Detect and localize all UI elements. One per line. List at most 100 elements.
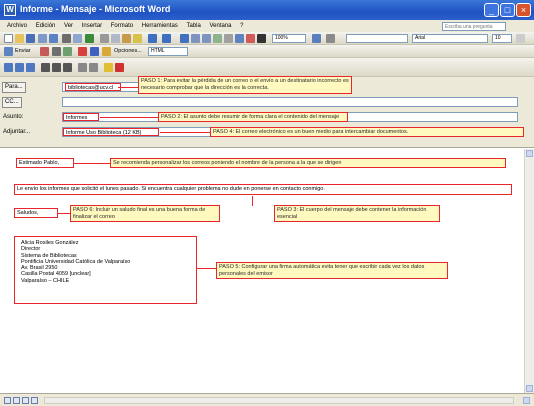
font-color-icon[interactable] bbox=[115, 63, 124, 72]
scroll-right-arrow-icon[interactable] bbox=[523, 397, 530, 404]
web-layout-icon[interactable] bbox=[13, 397, 20, 404]
document-map-icon[interactable] bbox=[246, 34, 255, 43]
vertical-scrollbar[interactable] bbox=[524, 149, 534, 393]
paste-icon[interactable] bbox=[122, 34, 131, 43]
align-center-icon[interactable] bbox=[15, 63, 24, 72]
print-preview-icon[interactable] bbox=[73, 34, 82, 43]
align-right-icon[interactable] bbox=[26, 63, 35, 72]
permission-icon[interactable] bbox=[38, 34, 47, 43]
help-search-input[interactable]: Escriba una pregunta bbox=[442, 22, 506, 31]
drawing-icon[interactable] bbox=[235, 34, 244, 43]
font-size-select[interactable]: 10 bbox=[492, 34, 512, 43]
send-button[interactable]: Enviar bbox=[15, 47, 31, 56]
paso1-note: PASO 1: Para evitar la pérdida de un cor… bbox=[138, 76, 352, 94]
cc-field[interactable] bbox=[62, 97, 518, 107]
menu-herramientas[interactable]: Herramientas bbox=[142, 20, 178, 32]
copy-icon[interactable] bbox=[111, 34, 120, 43]
paso5-connector bbox=[197, 268, 216, 269]
menu-archivo[interactable]: Archivo bbox=[7, 20, 27, 32]
new-document-icon[interactable] bbox=[4, 34, 13, 43]
cut-icon[interactable] bbox=[100, 34, 109, 43]
underline-icon[interactable] bbox=[63, 63, 72, 72]
close-button[interactable]: × bbox=[516, 3, 531, 17]
paso4-connector bbox=[160, 132, 210, 133]
subject-label: Asunto: bbox=[3, 114, 24, 120]
minimize-button[interactable]: _ bbox=[484, 3, 499, 17]
message-text: Le envío los informes que solicitó el lu… bbox=[14, 184, 512, 195]
menu-insertar[interactable]: Insertar bbox=[82, 20, 102, 32]
to-address: bibliotecas@ucv.cl bbox=[65, 83, 121, 91]
options-button[interactable]: Opciones... bbox=[114, 47, 142, 56]
greeting-connector bbox=[74, 163, 110, 164]
menu-tabla[interactable]: Tabla bbox=[186, 20, 200, 32]
low-priority-icon[interactable] bbox=[90, 47, 99, 56]
check-names-icon[interactable] bbox=[63, 47, 72, 56]
columns-icon[interactable] bbox=[224, 34, 233, 43]
paso6-connector bbox=[58, 213, 70, 214]
email-toolbar: Enviar Opciones... HTML bbox=[0, 45, 534, 58]
print-layout-icon[interactable] bbox=[22, 397, 29, 404]
attachment-item[interactable]: Informe Uso Biblioteca (12 KB) bbox=[63, 128, 159, 136]
show-hide-icon[interactable] bbox=[257, 34, 266, 43]
spelling-icon[interactable] bbox=[85, 34, 94, 43]
help-icon[interactable] bbox=[312, 34, 321, 43]
print-icon[interactable] bbox=[62, 34, 71, 43]
italic-icon[interactable] bbox=[52, 63, 61, 72]
style-select[interactable] bbox=[346, 34, 408, 43]
format-select[interactable]: HTML bbox=[148, 47, 188, 56]
high-priority-icon[interactable] bbox=[78, 47, 87, 56]
menu-ayuda[interactable]: ? bbox=[240, 20, 243, 32]
read-mode-icon[interactable] bbox=[326, 34, 335, 43]
redo-icon[interactable] bbox=[162, 34, 171, 43]
open-folder-icon[interactable] bbox=[15, 34, 24, 43]
paso2-connector bbox=[100, 117, 158, 118]
horizontal-scrollbar[interactable] bbox=[44, 397, 514, 404]
send-icon[interactable] bbox=[4, 47, 13, 56]
signature-line: Valparaíso – CHILE bbox=[21, 277, 70, 284]
scroll-down-arrow-icon[interactable] bbox=[526, 385, 533, 392]
window-title: Informe - Mensaje - Microsoft Word bbox=[20, 4, 171, 14]
word-app-icon[interactable]: W bbox=[4, 4, 16, 16]
toolbar-options-icon[interactable] bbox=[516, 34, 525, 43]
menu-edicion[interactable]: Edición bbox=[36, 20, 56, 32]
highlight-icon[interactable] bbox=[104, 63, 113, 72]
attach-label: Adjuntar... bbox=[3, 129, 31, 135]
subject-value: Informes bbox=[63, 113, 99, 121]
menu-bar: Archivo Edición Ver Insertar Formato Her… bbox=[0, 20, 534, 32]
title-bar: W Informe - Mensaje - Microsoft Word _ □… bbox=[0, 0, 534, 20]
formatting-toolbar bbox=[0, 58, 534, 77]
importance-icon[interactable] bbox=[40, 47, 49, 56]
flag-icon[interactable] bbox=[102, 47, 111, 56]
format-painter-icon[interactable] bbox=[133, 34, 142, 43]
email-icon[interactable] bbox=[49, 34, 58, 43]
menu-formato[interactable]: Formato bbox=[111, 20, 133, 32]
numbering-icon[interactable] bbox=[78, 63, 87, 72]
outline-view-icon[interactable] bbox=[31, 397, 38, 404]
align-left-icon[interactable] bbox=[4, 63, 13, 72]
paso6-note: PASO 6: Incluir un saludo final es una b… bbox=[70, 205, 220, 222]
insert-excel-icon[interactable] bbox=[213, 34, 222, 43]
greeting-text: Estimado Pablo, bbox=[16, 158, 74, 168]
normal-view-icon[interactable] bbox=[4, 397, 11, 404]
tables-borders-icon[interactable] bbox=[191, 34, 200, 43]
maximize-button[interactable]: □ bbox=[500, 3, 515, 17]
paso5-note: PASO 5: Configurar una firma automática … bbox=[216, 262, 448, 279]
zoom-select[interactable]: 100% bbox=[272, 34, 306, 43]
paso3-connector bbox=[252, 196, 253, 206]
undo-icon[interactable] bbox=[148, 34, 157, 43]
menu-ventana[interactable]: Ventana bbox=[209, 20, 231, 32]
scroll-up-arrow-icon[interactable] bbox=[526, 150, 533, 157]
standard-toolbar: 100% Arial 10 bbox=[0, 32, 534, 45]
to-button[interactable]: Para... bbox=[2, 82, 26, 93]
address-book-icon[interactable] bbox=[52, 47, 61, 56]
paso4-note: PASO 4: El correo electrónico es un buen… bbox=[210, 127, 524, 137]
cc-button[interactable]: CC... bbox=[2, 97, 22, 108]
bullets-icon[interactable] bbox=[89, 63, 98, 72]
insert-table-icon[interactable] bbox=[202, 34, 211, 43]
save-icon[interactable] bbox=[26, 34, 35, 43]
greeting-note: Se recomienda personalizar los correos p… bbox=[110, 158, 506, 168]
bold-icon[interactable] bbox=[41, 63, 50, 72]
menu-ver[interactable]: Ver bbox=[64, 20, 73, 32]
hyperlink-icon[interactable] bbox=[180, 34, 189, 43]
font-select[interactable]: Arial bbox=[412, 34, 488, 43]
